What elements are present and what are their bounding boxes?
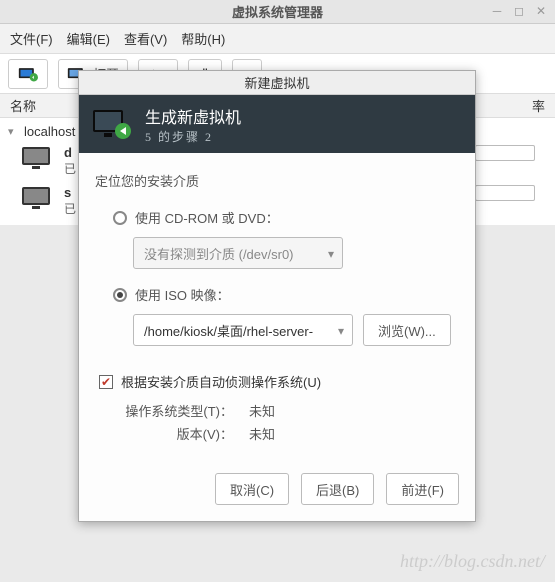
monitor-icon	[20, 185, 54, 211]
col-rate: 率	[532, 96, 545, 115]
menu-view[interactable]: 查看(V)	[124, 29, 167, 48]
wizard-step: 5 的步骤 2	[145, 128, 241, 145]
iso-value: /home/kiosk/桌面/rhel-server-	[144, 321, 313, 340]
minimize-icon[interactable]: ─	[489, 3, 505, 19]
version-row: 版本(V)： 未知	[113, 424, 459, 443]
radio-cdrom[interactable]: 使用 CD-ROM 或 DVD：	[95, 202, 459, 233]
window-controls: ─ ◻ ✕	[489, 3, 549, 19]
os-type-row: 操作系统类型(T)： 未知	[113, 401, 459, 420]
os-type-label: 操作系统类型(T)：	[113, 401, 233, 420]
new-vm-dialog: 新建虚拟机 生成新虚拟机 5 的步骤 2 定位您的安装介质 使用 CD-ROM …	[78, 70, 476, 522]
cdrom-placeholder: 没有探测到介质 (/dev/sr0)	[144, 244, 294, 263]
dialog-footer: 取消(C) 后退(B) 前进(F)	[79, 457, 475, 521]
menu-edit[interactable]: 编辑(E)	[67, 29, 110, 48]
vm-status: 已	[64, 160, 76, 177]
vm-name: d	[64, 145, 76, 160]
close-icon[interactable]: ✕	[533, 3, 549, 19]
dialog-titlebar: 新建虚拟机	[79, 71, 475, 95]
dialog-title: 新建虚拟机	[244, 73, 309, 92]
chevron-down-icon: ▾	[328, 247, 334, 261]
menu-help[interactable]: 帮助(H)	[181, 29, 225, 48]
main-title: 虚拟系统管理器	[232, 2, 323, 21]
vm-usage-bar	[475, 185, 535, 201]
autodetect-checkbox[interactable]: ✔ 根据安装介质自动侦测操作系统(U)	[99, 372, 459, 391]
dialog-header: 生成新虚拟机 5 的步骤 2	[79, 95, 475, 153]
browse-button[interactable]: 浏览(W)...	[363, 314, 451, 346]
menubar: 文件(F) 编辑(E) 查看(V) 帮助(H)	[0, 24, 555, 54]
cdrom-combo: 没有探测到介质 (/dev/sr0) ▾	[133, 237, 343, 269]
collapse-icon[interactable]: ▾	[8, 125, 18, 138]
autodetect-label: 根据安装介质自动侦测操作系统(U)	[121, 372, 321, 391]
vm-status: 已	[64, 200, 76, 217]
col-name: 名称	[10, 96, 36, 115]
menu-file[interactable]: 文件(F)	[10, 29, 53, 48]
dialog-body: 定位您的安装介质 使用 CD-ROM 或 DVD： 没有探测到介质 (/dev/…	[79, 153, 475, 457]
watermark: http://blog.csdn.net/	[400, 551, 545, 572]
wizard-title: 生成新虚拟机	[145, 104, 241, 128]
monitor-icon	[20, 145, 54, 171]
media-prompt: 定位您的安装介质	[95, 171, 459, 190]
back-button[interactable]: 后退(B)	[301, 473, 374, 505]
vm-wizard-icon	[91, 107, 131, 141]
forward-button[interactable]: 前进(F)	[386, 473, 459, 505]
new-vm-button[interactable]	[8, 59, 48, 89]
cancel-button[interactable]: 取消(C)	[215, 473, 289, 505]
iso-path-combo[interactable]: /home/kiosk/桌面/rhel-server- ▾	[133, 314, 353, 346]
version-label: 版本(V)：	[113, 424, 233, 443]
checkbox-icon: ✔	[99, 375, 113, 389]
host-label: localhost (	[24, 124, 83, 139]
radio-icon	[113, 211, 127, 225]
os-type-value: 未知	[249, 401, 275, 420]
iso-label: 使用 ISO 映像：	[135, 285, 230, 304]
radio-icon	[113, 288, 127, 302]
radio-iso[interactable]: 使用 ISO 映像：	[95, 279, 459, 310]
main-titlebar: 虚拟系统管理器 ─ ◻ ✕	[0, 0, 555, 24]
version-value: 未知	[249, 424, 275, 443]
vm-name: s	[64, 185, 76, 200]
maximize-icon[interactable]: ◻	[511, 3, 527, 19]
cdrom-label: 使用 CD-ROM 或 DVD：	[135, 208, 279, 227]
vm-usage-bar	[475, 145, 535, 161]
chevron-down-icon: ▾	[338, 324, 344, 338]
